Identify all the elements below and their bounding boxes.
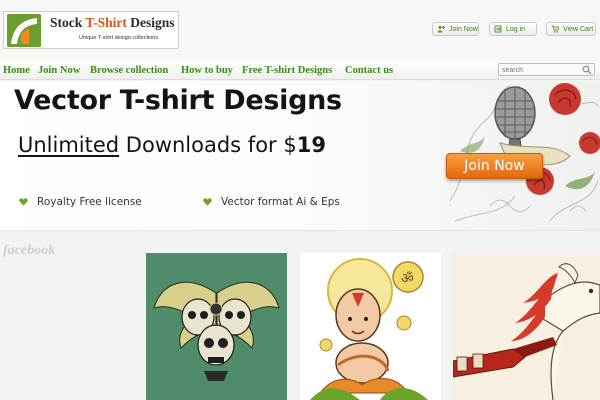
- search-input[interactable]: [502, 65, 580, 75]
- heart-icon: [203, 198, 212, 206]
- view-cart-button[interactable]: View Cart: [546, 22, 596, 36]
- nav-item-contact-us[interactable]: Contact us: [345, 65, 393, 76]
- product-tile-skulls[interactable]: [146, 253, 287, 400]
- horse-guitar-design-image: [453, 253, 600, 400]
- logo-tagline: Unique T-shirt design collections: [79, 35, 159, 41]
- feature-royalty-free: Royalty Free license: [19, 196, 142, 208]
- logo-title: Stock T-Shirt Designs: [50, 15, 175, 30]
- nav-item-home[interactable]: Home: [3, 65, 30, 76]
- login-icon: [494, 25, 502, 33]
- nav-item-join-now[interactable]: Join Now: [38, 65, 80, 76]
- header: Stock T-Shirt Designs Unique T-shirt des…: [0, 0, 600, 60]
- logo-mark-icon: [7, 14, 41, 47]
- join-now-button[interactable]: Join Now: [432, 22, 479, 36]
- cartoon-sage-design-image: ॐ: [300, 253, 441, 400]
- nav-item-free-designs[interactable]: Free T-shirt Designs: [242, 65, 332, 76]
- banner-title: Vector T-shirt Designs: [14, 85, 342, 116]
- product-tile-horse-guitar[interactable]: [453, 253, 600, 400]
- log-in-button[interactable]: Log in: [489, 22, 537, 36]
- user-plus-icon: [437, 25, 445, 33]
- promo-banner: Vector T-shirt Designs Unlimited Downloa…: [0, 81, 600, 231]
- search-box: [498, 63, 595, 76]
- skull-wings-design-image: [146, 253, 287, 400]
- heart-icon: [19, 198, 28, 206]
- banner-subtitle: Unlimited Downloads for $19: [18, 133, 326, 157]
- banner-join-now-button[interactable]: Join Now: [446, 153, 543, 179]
- product-tile-ganesha[interactable]: ॐ: [300, 253, 441, 400]
- svg-text:ॐ: ॐ: [401, 271, 414, 287]
- nav-item-browse-collection[interactable]: Browse collection: [90, 65, 168, 76]
- facebook-label[interactable]: facebook: [3, 243, 55, 259]
- cart-icon: [551, 25, 559, 33]
- site-logo[interactable]: Stock T-Shirt Designs Unique T-shirt des…: [3, 11, 179, 49]
- nav-item-how-to-buy[interactable]: How to buy: [181, 65, 233, 76]
- feature-vector-format: Vector format Ai & Eps: [203, 196, 340, 208]
- search-icon[interactable]: [582, 65, 592, 75]
